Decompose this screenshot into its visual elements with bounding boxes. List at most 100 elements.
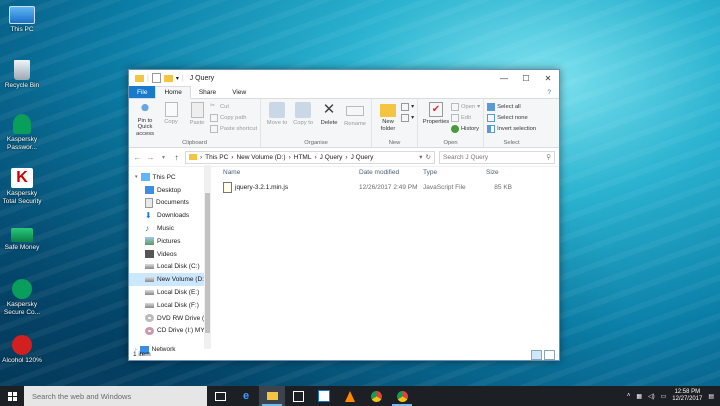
- desktop-icon-this-pc[interactable]: This PC: [2, 6, 42, 34]
- nav-item-cd-drive[interactable]: CD Drive (I:) MY(: [129, 325, 211, 338]
- desktop-icon-safe-money[interactable]: Safe Money: [2, 228, 42, 252]
- new-folder-quick-icon[interactable]: [163, 74, 173, 82]
- column-header-type[interactable]: Type: [423, 169, 486, 176]
- nav-item-local-disk-c[interactable]: Local Disk (C:): [129, 261, 211, 274]
- back-arrow-icon[interactable]: ←: [133, 153, 142, 162]
- cut-button[interactable]: ✂ Cut: [210, 102, 257, 112]
- help-icon[interactable]: ?: [539, 86, 559, 98]
- search-box[interactable]: Search J Query ⚲: [439, 150, 555, 164]
- taskbar-edge-button[interactable]: e: [233, 386, 259, 406]
- recent-locations-chevron-icon[interactable]: ▾: [159, 154, 168, 161]
- paste-shortcut-button[interactable]: Paste shortcut: [210, 124, 257, 134]
- taskbar-kaspersky-button[interactable]: [311, 386, 337, 406]
- start-button[interactable]: [0, 391, 24, 401]
- copy-button[interactable]: Copy: [158, 101, 184, 137]
- tab-home[interactable]: Home: [155, 86, 191, 99]
- taskbar-clock[interactable]: 12:58 PM 12/27/2017: [672, 389, 702, 403]
- file-row[interactable]: jquery-3.2.1.min.js 12/26/2017 2:49 PM J…: [211, 181, 559, 193]
- language-icon[interactable]: ▭: [661, 393, 667, 400]
- nav-item-dvd-rw-drive[interactable]: DVD RW Drive (C: [129, 312, 211, 325]
- nav-item-local-disk-f[interactable]: Local Disk (F:): [129, 299, 211, 312]
- new-folder-button[interactable]: New folder: [375, 101, 401, 137]
- rename-button[interactable]: Rename: [342, 101, 368, 137]
- column-header-name[interactable]: Name: [211, 169, 359, 176]
- details-view-button[interactable]: [531, 349, 542, 360]
- tab-file[interactable]: File: [129, 86, 156, 98]
- desktop-icon-kaspersky-total[interactable]: K Kaspersky Total Security: [2, 168, 42, 205]
- desktop-icon-kaspersky-password[interactable]: Kaspersky Passwor...: [2, 114, 42, 151]
- maximize-button[interactable]: ☐: [515, 70, 537, 86]
- minimize-button[interactable]: —: [493, 70, 515, 86]
- task-view-button[interactable]: [207, 386, 233, 406]
- copy-path-button[interactable]: Copy path: [210, 113, 257, 123]
- network-wifi-icon[interactable]: ▦: [636, 393, 642, 400]
- desktop-icon-kaspersky-secure[interactable]: Kaspersky Secure Co...: [2, 279, 42, 316]
- taskbar-file-explorer-button[interactable]: [259, 386, 285, 406]
- select-none-button[interactable]: Select none: [487, 113, 536, 123]
- desktop-icon-label: This PC: [10, 26, 34, 33]
- breadcrumb-this-pc[interactable]: This PC: [205, 154, 228, 161]
- taskbar-vlc-button[interactable]: [337, 386, 363, 406]
- breadcrumb-jquery-current[interactable]: J Query: [351, 154, 374, 161]
- nav-item-this-pc[interactable]: ▾ This PC: [129, 171, 211, 184]
- address-bar[interactable]: › This PC › New Volume (D:) › HTML › J Q…: [185, 150, 435, 164]
- nav-item-music[interactable]: ♪ Music: [129, 222, 211, 235]
- notifications-icon[interactable]: ▤: [708, 393, 714, 400]
- edit-button[interactable]: Edit: [450, 113, 480, 123]
- new-item-button[interactable]: ▾: [401, 102, 414, 112]
- large-icons-view-button[interactable]: [544, 349, 555, 360]
- taskbar-chrome-window-button[interactable]: [389, 386, 415, 406]
- properties-quick-icon[interactable]: [151, 73, 161, 83]
- nav-pane-scrollbar[interactable]: [204, 165, 211, 349]
- new-folder-icon: [380, 104, 397, 117]
- address-dropdown-chevron-icon[interactable]: ▾: [419, 153, 422, 161]
- breadcrumb-html[interactable]: HTML: [294, 154, 312, 161]
- select-all-button[interactable]: Select all: [487, 102, 536, 112]
- column-header-date[interactable]: Date modified: [359, 169, 423, 176]
- tab-view[interactable]: View: [224, 86, 254, 98]
- file-list-pane: Name Date modified Type Size jquery-3.2.…: [211, 165, 559, 349]
- nav-item-documents[interactable]: Documents: [129, 197, 211, 210]
- forward-arrow-icon[interactable]: →: [146, 153, 155, 162]
- pin-to-quick-access-button[interactable]: Pin to Quick access: [132, 101, 158, 137]
- paste-button[interactable]: Paste: [184, 101, 210, 137]
- nav-item-downloads[interactable]: ⬇ Downloads: [129, 209, 211, 222]
- properties-button[interactable]: ✔ Properties: [421, 101, 451, 137]
- volume-icon[interactable]: ◁): [648, 393, 655, 400]
- taskbar-search-box[interactable]: Search the web and Windows: [24, 386, 207, 406]
- invert-selection-icon: [487, 125, 496, 133]
- taskbar-search-input[interactable]: Search the web and Windows: [32, 392, 131, 401]
- move-to-button[interactable]: Move to: [264, 101, 290, 137]
- chevron-down-icon[interactable]: ▾: [176, 75, 179, 82]
- desktop-icon-recycle-bin[interactable]: Recycle Bin: [2, 60, 42, 90]
- drive-icon: [145, 264, 154, 270]
- nav-item-new-volume-d[interactable]: New Volume (D:: [129, 273, 211, 287]
- open-button[interactable]: Open ▾: [450, 102, 480, 112]
- desktop-icon-alcohol[interactable]: Alcohol 120%: [2, 335, 42, 365]
- close-button[interactable]: ✕: [537, 70, 559, 86]
- breadcrumb-new-volume[interactable]: New Volume (D:): [236, 154, 285, 161]
- breadcrumb-jquery-parent[interactable]: J Query: [320, 154, 343, 161]
- delete-button[interactable]: ✕ Delete: [316, 101, 342, 137]
- taskbar-store-button[interactable]: [285, 386, 311, 406]
- chevron-down-icon: ▾: [411, 104, 414, 110]
- history-button[interactable]: History: [450, 124, 480, 134]
- search-input[interactable]: Search J Query: [443, 154, 488, 161]
- up-arrow-icon[interactable]: ↑: [172, 153, 181, 162]
- nav-item-videos[interactable]: Videos: [129, 248, 211, 261]
- easy-access-button[interactable]: ▾: [401, 113, 414, 123]
- nav-item-pictures[interactable]: Pictures: [129, 235, 211, 248]
- column-header-size[interactable]: Size: [486, 169, 536, 176]
- refresh-icon[interactable]: ↻: [426, 153, 431, 161]
- cd-disc-icon: [145, 326, 154, 335]
- copy-to-button[interactable]: Copy to: [290, 101, 316, 137]
- file-name: jquery-3.2.1.min.js: [235, 183, 289, 191]
- nav-item-local-disk-e[interactable]: Local Disk (E:): [129, 286, 211, 299]
- nav-item-desktop[interactable]: Desktop: [129, 184, 211, 197]
- scrollbar-thumb[interactable]: [205, 193, 210, 333]
- taskbar-chrome-button[interactable]: [363, 386, 389, 406]
- tab-share[interactable]: Share: [191, 86, 224, 98]
- move-to-icon: [269, 102, 286, 118]
- invert-selection-button[interactable]: Invert selection: [487, 124, 536, 134]
- tray-chevron-up-icon[interactable]: ˄: [627, 393, 631, 399]
